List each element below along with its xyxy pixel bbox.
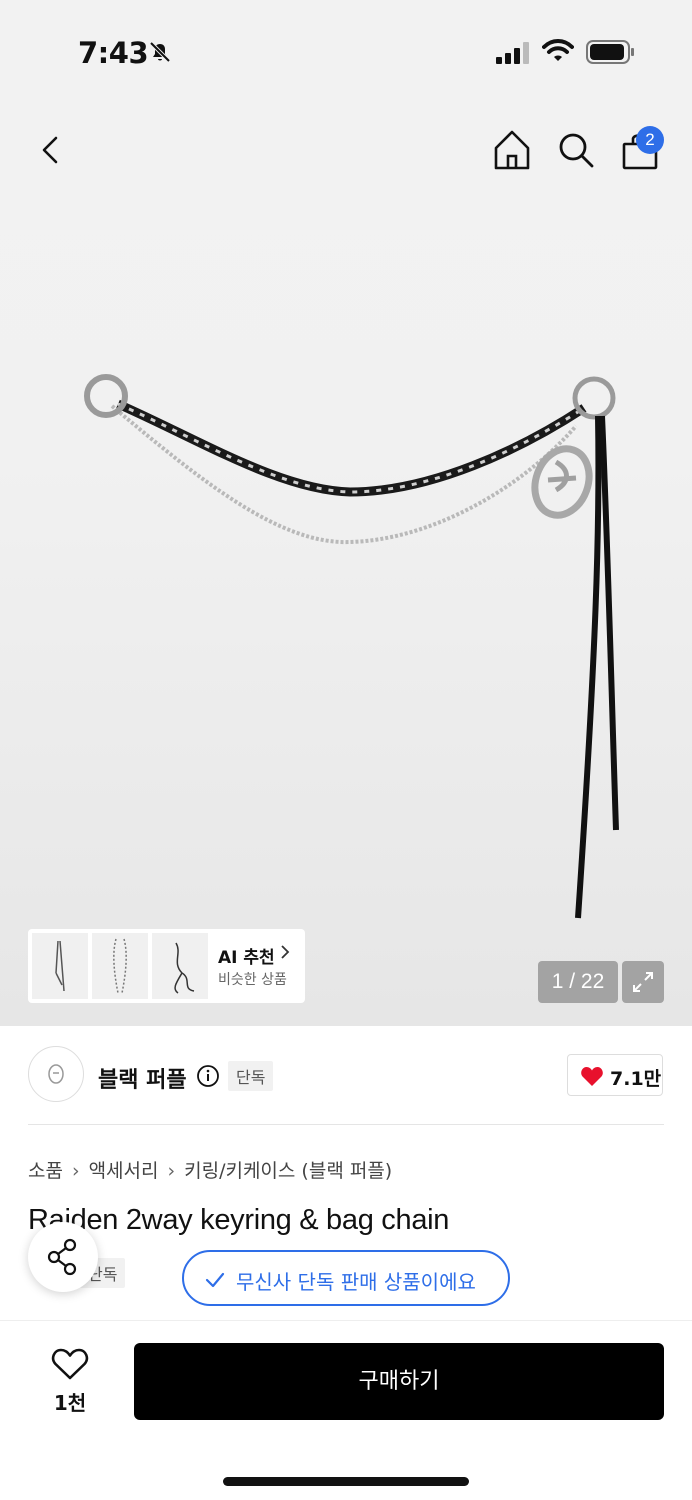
ai-recommend-card[interactable]: AI 추천 비슷한 상품 <box>28 929 305 1003</box>
status-time: 7:43 <box>78 36 149 70</box>
wifi-icon <box>542 39 574 61</box>
similar-thumbnail[interactable] <box>152 933 208 999</box>
info-icon[interactable] <box>196 1064 220 1088</box>
breadcrumb-item[interactable]: 소품 <box>28 1160 63 1182</box>
home-icon[interactable] <box>488 126 536 174</box>
cart-count-badge: 2 <box>636 126 664 154</box>
share-icon <box>47 1238 77 1276</box>
brand-like-button[interactable]: 7.1만 <box>567 1054 663 1096</box>
signal-icon <box>496 42 529 64</box>
check-icon <box>205 1272 225 1288</box>
brand-row: 블랙 퍼플 단독 7.1만 <box>0 1026 692 1126</box>
heart-icon <box>581 1067 603 1086</box>
divider <box>28 1124 664 1125</box>
heart-icon <box>51 1348 89 1380</box>
breadcrumb: 소품 › 액세서리 › 키링/키케이스 (블랙 퍼플) <box>28 1156 392 1183</box>
product-image[interactable] <box>0 330 692 930</box>
brand-name[interactable]: 블랙 퍼플 <box>98 1062 187 1094</box>
expand-button[interactable] <box>622 961 664 1003</box>
back-icon[interactable] <box>26 126 74 174</box>
buy-button[interactable]: 구매하기 <box>134 1343 664 1420</box>
wishlist-count: 1천 <box>53 1391 87 1415</box>
chevron-right-icon: › <box>167 1160 176 1182</box>
status-bar: 7:43 <box>0 0 692 100</box>
image-counter: 1 / 22 <box>538 961 618 1003</box>
similar-thumbnail[interactable] <box>92 933 148 999</box>
share-button[interactable] <box>28 1222 98 1292</box>
brand-logo[interactable] <box>28 1046 84 1102</box>
bell-slash-icon <box>149 41 171 63</box>
ai-recommend-title: AI 추천 <box>218 948 275 968</box>
breadcrumb-item[interactable]: 키링/키케이스 (블랙 퍼플) <box>184 1160 392 1182</box>
chevron-right-icon <box>281 945 290 959</box>
expand-icon <box>633 972 653 992</box>
breadcrumb-item[interactable]: 액세서리 <box>89 1160 159 1182</box>
chevron-right-icon: › <box>71 1160 80 1182</box>
top-navigation <box>0 100 692 200</box>
wishlist-button[interactable]: 1천 <box>48 1343 92 1417</box>
bottom-action-bar: 1천 구매하기 <box>0 1320 692 1500</box>
exclusive-notice: 무신사 단독 판매 상품이에요 <box>182 1250 510 1306</box>
home-indicator <box>223 1477 469 1486</box>
similar-thumbnail[interactable] <box>32 933 88 999</box>
brand-like-count: 7.1만 <box>610 1068 662 1090</box>
ai-recommend-subtitle: 비슷한 상품 <box>218 972 287 988</box>
exclusive-badge: 단독 <box>228 1061 274 1091</box>
battery-icon <box>586 40 634 64</box>
search-icon[interactable] <box>552 126 600 174</box>
exclusive-notice-text: 무신사 단독 판매 상품이에요 <box>236 1270 476 1294</box>
